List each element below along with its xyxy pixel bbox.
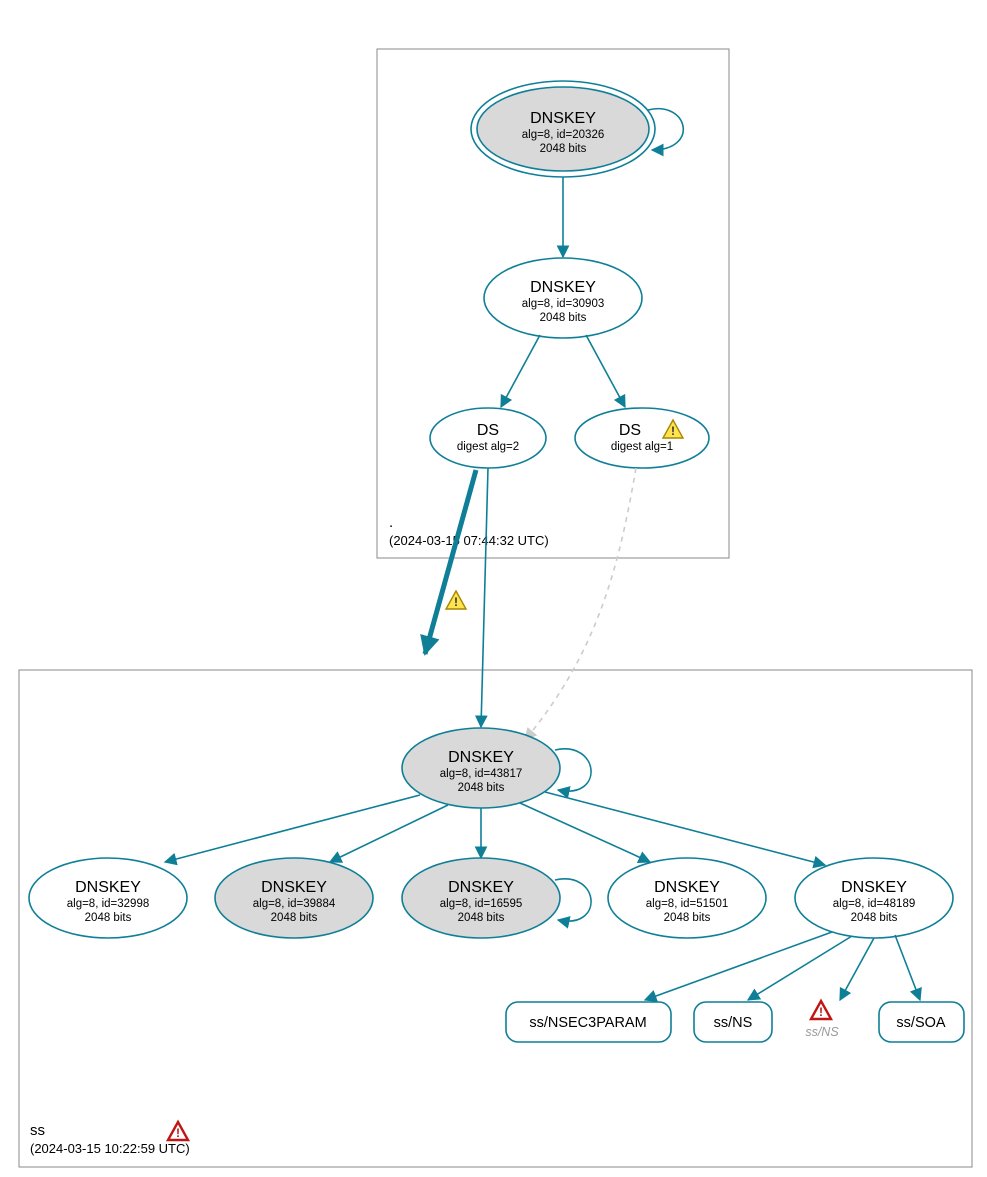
svg-text:DNSKEY: DNSKEY bbox=[654, 879, 720, 896]
rr-ns-error: ! ss/NS bbox=[805, 1001, 839, 1039]
svg-text:alg=8, id=16595: alg=8, id=16595 bbox=[440, 898, 523, 910]
edge-ssksk-k51501 bbox=[520, 803, 650, 862]
svg-text:digest alg=1: digest alg=1 bbox=[611, 441, 673, 453]
svg-text:2048 bits: 2048 bits bbox=[271, 912, 318, 924]
node-ds1: DS digest alg=1 bbox=[575, 408, 709, 468]
svg-text:alg=8, id=32998: alg=8, id=32998 bbox=[67, 898, 150, 910]
node-k16595: DNSKEY alg=8, id=16595 2048 bits bbox=[402, 858, 560, 938]
edge-ssksk-k48189 bbox=[545, 792, 825, 865]
svg-text:2048 bits: 2048 bits bbox=[664, 912, 711, 924]
edge-rootzsk-ds1 bbox=[586, 335, 625, 407]
node-root-zsk: DNSKEY alg=8, id=30903 2048 bits bbox=[484, 258, 642, 338]
svg-text:ss/NSEC3PARAM: ss/NSEC3PARAM bbox=[529, 1015, 646, 1031]
edge-k48189-soa bbox=[895, 935, 920, 1000]
svg-text:!: ! bbox=[176, 1126, 180, 1140]
svg-text:2048 bits: 2048 bits bbox=[540, 312, 587, 324]
zone-root-label: . bbox=[389, 514, 393, 531]
node-k39884: DNSKEY alg=8, id=39884 2048 bits bbox=[215, 858, 373, 938]
svg-text:DNSKEY: DNSKEY bbox=[448, 879, 514, 896]
svg-text:2048 bits: 2048 bits bbox=[458, 782, 505, 794]
node-ss-ksk: DNSKEY alg=8, id=43817 2048 bits bbox=[402, 728, 560, 808]
svg-text:DNSKEY: DNSKEY bbox=[261, 879, 327, 896]
node-k51501: DNSKEY alg=8, id=51501 2048 bits bbox=[608, 858, 766, 938]
svg-text:!: ! bbox=[454, 595, 458, 609]
svg-text:DNSKEY: DNSKEY bbox=[448, 749, 514, 766]
svg-text:alg=8, id=48189: alg=8, id=48189 bbox=[833, 898, 916, 910]
warning-icon-deleg: ! bbox=[446, 591, 466, 609]
svg-text:!: ! bbox=[819, 1005, 823, 1019]
svg-text:DS: DS bbox=[477, 422, 499, 439]
svg-text:DNSKEY: DNSKEY bbox=[841, 879, 907, 896]
zone-root-time: (2024-03-15 07:44:32 UTC) bbox=[389, 533, 549, 548]
node-k32998: DNSKEY alg=8, id=32998 2048 bits bbox=[29, 858, 187, 938]
svg-text:DNSKEY: DNSKEY bbox=[530, 279, 596, 296]
error-icon: ! bbox=[811, 1001, 831, 1019]
svg-text:2048 bits: 2048 bits bbox=[540, 143, 587, 155]
svg-text:ss/SOA: ss/SOA bbox=[896, 1015, 945, 1031]
edge-rootksk-self bbox=[648, 109, 683, 150]
svg-text:alg=8, id=20326: alg=8, id=20326 bbox=[522, 129, 605, 141]
rr-nsec3param: ss/NSEC3PARAM bbox=[506, 1002, 671, 1042]
svg-text:alg=8, id=39884: alg=8, id=39884 bbox=[253, 898, 336, 910]
svg-text:alg=8, id=43817: alg=8, id=43817 bbox=[440, 768, 523, 780]
svg-text:DNSKEY: DNSKEY bbox=[75, 879, 141, 896]
svg-text:DNSKEY: DNSKEY bbox=[530, 110, 596, 127]
svg-text:2048 bits: 2048 bits bbox=[85, 912, 132, 924]
edge-k48189-ns bbox=[748, 936, 852, 1000]
error-icon-zone-ss: ! bbox=[168, 1122, 188, 1140]
svg-text:alg=8, id=30903: alg=8, id=30903 bbox=[522, 298, 605, 310]
zone-ss-label: ss bbox=[30, 1122, 45, 1139]
node-ds2: DS digest alg=2 bbox=[430, 408, 546, 468]
edge-ds1-ssksk bbox=[525, 468, 636, 740]
svg-text:!: ! bbox=[671, 424, 675, 438]
rr-soa: ss/SOA bbox=[879, 1002, 964, 1042]
edge-k48189-nserr bbox=[840, 938, 874, 1000]
svg-text:DS: DS bbox=[619, 422, 641, 439]
svg-text:ss/NS: ss/NS bbox=[714, 1015, 753, 1031]
rr-ns: ss/NS bbox=[694, 1002, 772, 1042]
edge-ds2-ssksk bbox=[481, 468, 488, 727]
node-root-ksk: DNSKEY alg=8, id=20326 2048 bits bbox=[471, 81, 655, 177]
edge-ssksk-k32998 bbox=[165, 795, 420, 862]
edge-rootzsk-ds2 bbox=[501, 335, 540, 407]
svg-text:2048 bits: 2048 bits bbox=[458, 912, 505, 924]
svg-text:2048 bits: 2048 bits bbox=[851, 912, 898, 924]
edge-ds2-ssksk-thick bbox=[425, 470, 476, 654]
node-k48189: DNSKEY alg=8, id=48189 2048 bits bbox=[795, 858, 953, 938]
svg-text:ss/NS: ss/NS bbox=[805, 1025, 839, 1039]
zone-ss-time: (2024-03-15 10:22:59 UTC) bbox=[30, 1141, 190, 1156]
svg-text:alg=8, id=51501: alg=8, id=51501 bbox=[646, 898, 729, 910]
svg-text:digest alg=2: digest alg=2 bbox=[457, 441, 519, 453]
